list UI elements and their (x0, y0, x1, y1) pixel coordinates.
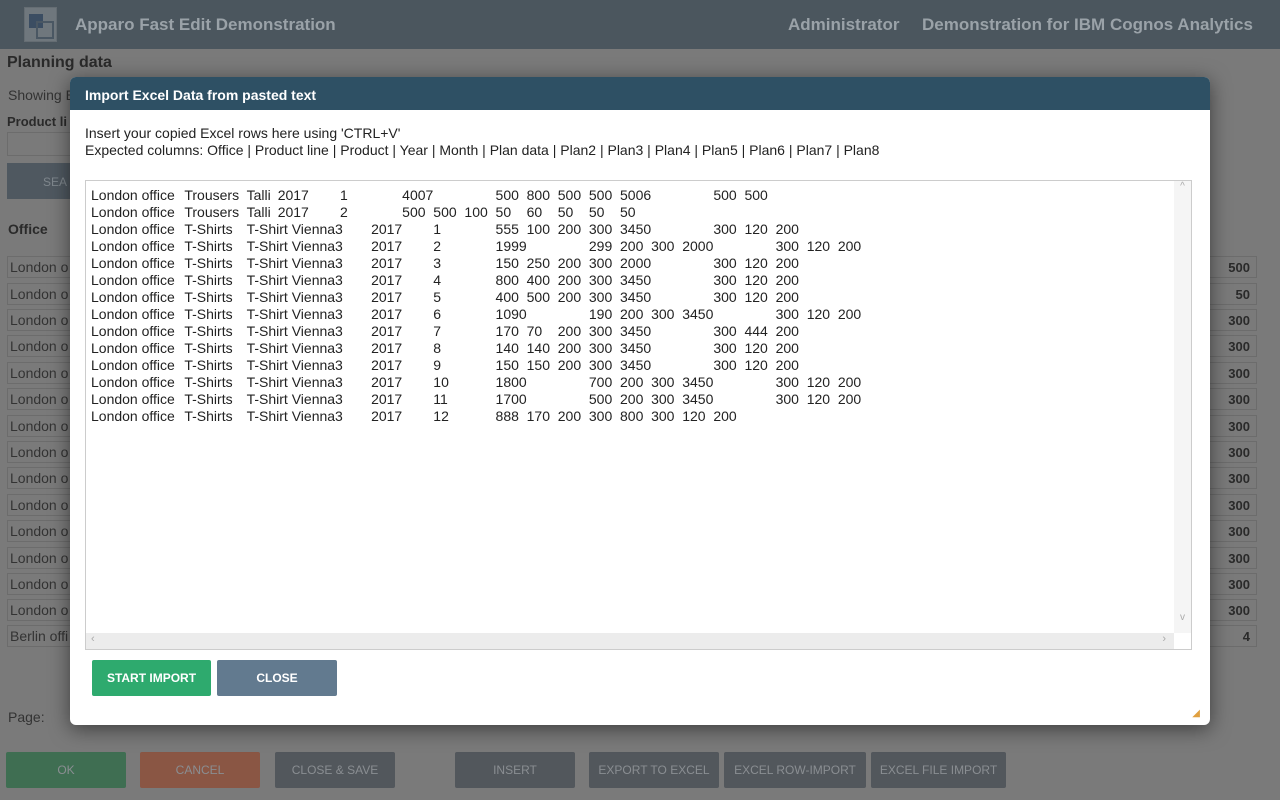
office-cell: London o (10, 312, 69, 328)
close-save-button[interactable]: CLOSE & SAVE (275, 752, 395, 788)
value-cell[interactable]: 300 (1228, 577, 1250, 592)
value-cell[interactable]: 300 (1228, 471, 1250, 486)
insert-button[interactable]: INSERT (455, 752, 575, 788)
page-title: Planning data (7, 54, 112, 71)
dialog-title: Import Excel Data from pasted text (70, 77, 1210, 110)
excel-file-import-button[interactable]: EXCEL FILE IMPORT (871, 752, 1006, 788)
value-cell[interactable]: 300 (1228, 392, 1250, 407)
cancel-button[interactable]: CANCEL (140, 752, 260, 788)
pasted-line: London office T-Shirts T-Shirt Vienna3 2… (91, 374, 862, 390)
office-cell: London o (10, 470, 69, 486)
value-cell[interactable]: 4 (1243, 629, 1250, 644)
user-name[interactable]: Administrator (788, 15, 899, 35)
pasted-line: London office T-Shirts T-Shirt Vienna3 2… (91, 391, 862, 407)
pasted-line: London office Trousers Talli 2017 1 4007… (91, 187, 768, 203)
ok-button[interactable]: OK (6, 752, 126, 788)
pasted-line: London office T-Shirts T-Shirt Vienna3 2… (91, 238, 862, 254)
office-cell: London o (10, 391, 69, 407)
pasted-line: London office T-Shirts T-Shirt Vienna3 2… (91, 408, 737, 424)
excel-row-import-button[interactable]: EXCEL ROW-IMPORT (724, 752, 866, 788)
import-excel-dialog: Import Excel Data from pasted text Inser… (70, 77, 1210, 725)
value-cell[interactable]: 300 (1228, 366, 1250, 381)
paste-textarea[interactable]: London office Trousers Talli 2017 1 4007… (85, 180, 1192, 650)
office-cell: London o (10, 259, 69, 275)
office-cell: Berlin offi (10, 628, 69, 644)
value-cell[interactable]: 300 (1228, 524, 1250, 539)
start-import-button[interactable]: START IMPORT (92, 660, 211, 696)
value-cell[interactable]: 300 (1228, 339, 1250, 354)
apparo-logo (24, 7, 57, 42)
horizontal-scrollbar[interactable]: ‹ › (86, 633, 1174, 649)
office-cell: London o (10, 497, 69, 513)
value-cell[interactable]: 300 (1228, 313, 1250, 328)
value-cell[interactable]: 300 (1228, 445, 1250, 460)
export-to-excel-button[interactable]: EXPORT TO EXCEL (589, 752, 719, 788)
app-header: Apparo Fast Edit Demonstration Administr… (0, 0, 1280, 49)
office-cell: London o (10, 365, 69, 381)
pasted-line: London office T-Shirts T-Shirt Vienna3 2… (91, 221, 799, 237)
pasted-line: London office T-Shirts T-Shirt Vienna3 2… (91, 357, 799, 373)
pasted-line: London office T-Shirts T-Shirt Vienna3 2… (91, 255, 799, 271)
office-cell: London o (10, 338, 69, 354)
value-cell[interactable]: 300 (1228, 551, 1250, 566)
expected-columns-text: Expected columns: Office | Product line … (85, 142, 880, 158)
value-cell[interactable]: 300 (1228, 498, 1250, 513)
pasted-line: London office T-Shirts T-Shirt Vienna3 2… (91, 340, 799, 356)
value-cell[interactable]: 300 (1228, 419, 1250, 434)
close-button[interactable]: CLOSE (217, 660, 337, 696)
app-title: Apparo Fast Edit Demonstration (75, 15, 336, 34)
office-cell: London o (10, 444, 69, 460)
pasted-line: London office T-Shirts T-Shirt Vienna3 2… (91, 306, 862, 322)
office-cell: London o (10, 523, 69, 539)
pasted-line: London office T-Shirts T-Shirt Vienna3 2… (91, 289, 799, 305)
office-cell: London o (10, 418, 69, 434)
context-name: Demonstration for IBM Cognos Analytics (922, 15, 1253, 34)
office-cell: London o (10, 550, 69, 566)
value-cell[interactable]: 300 (1228, 603, 1250, 618)
vertical-scrollbar[interactable]: ^ v (1174, 181, 1191, 633)
pasted-line: London office Trousers Talli 2017 2 500 … (91, 204, 636, 220)
office-cell: London o (10, 286, 69, 302)
instruction-text: Insert your copied Excel rows here using… (85, 125, 401, 141)
pasted-line: London office T-Shirts T-Shirt Vienna3 2… (91, 323, 799, 339)
product-line-label: Product li (7, 114, 67, 129)
page-label: Page: (8, 709, 45, 725)
office-cell: London o (10, 576, 69, 592)
resize-grip-icon[interactable]: ◢ (1192, 708, 1200, 719)
office-cell: London o (10, 602, 69, 618)
value-cell[interactable]: 500 (1228, 260, 1250, 275)
showing-text: Showing E (8, 87, 75, 103)
office-column-header[interactable]: Office (8, 221, 48, 237)
value-cell[interactable]: 50 (1236, 287, 1250, 302)
pasted-line: London office T-Shirts T-Shirt Vienna3 2… (91, 272, 799, 288)
